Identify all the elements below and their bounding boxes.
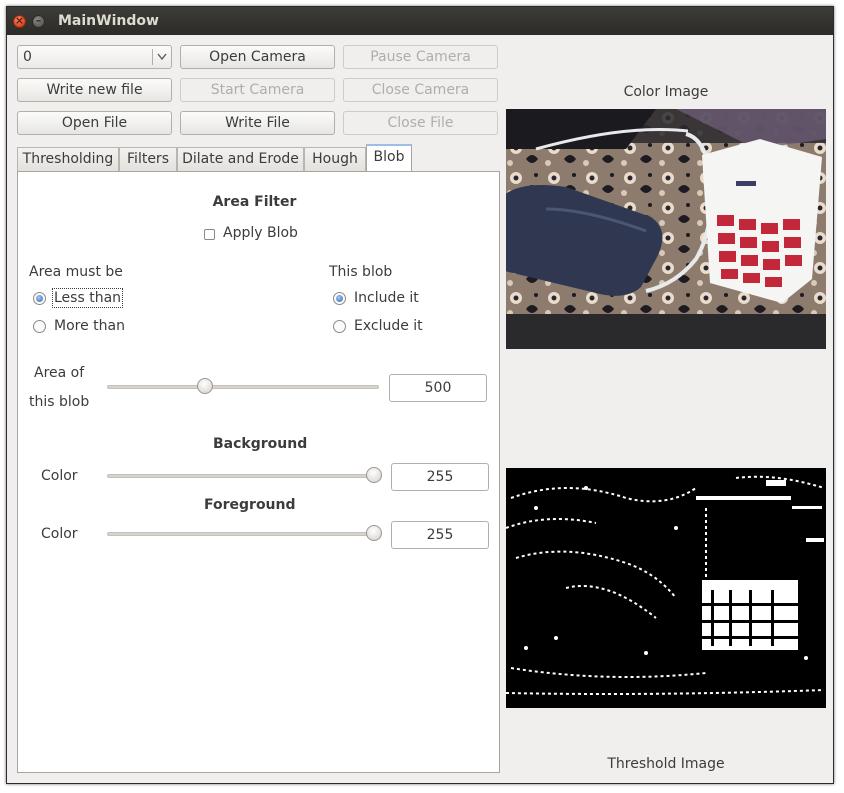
threshold-image xyxy=(506,468,826,708)
less-than-label[interactable]: Less than xyxy=(51,288,124,308)
more-than-radio[interactable] xyxy=(33,320,46,333)
exclude-it-label[interactable]: Exclude it xyxy=(354,318,423,334)
area-slider-handle[interactable] xyxy=(196,378,213,394)
camera-index-value: 0 xyxy=(23,49,32,65)
area-must-be-label: Area must be xyxy=(29,264,123,280)
color-image-label: Color Image xyxy=(623,84,709,100)
blob-tab-pane: Area Filter Apply Blob Area must be Less… xyxy=(17,171,500,773)
tab-thresholding[interactable]: Thresholding xyxy=(17,147,119,171)
background-title: Background xyxy=(213,436,308,452)
area-of-label: Area of xyxy=(34,365,85,381)
open-camera-button[interactable]: Open Camera xyxy=(180,45,335,69)
write-new-file-button[interactable]: Write new file xyxy=(17,78,172,102)
background-slider-track[interactable] xyxy=(107,474,382,478)
close-camera-button[interactable]: Close Camera xyxy=(343,78,498,102)
color-image-picture xyxy=(506,109,826,349)
open-file-button[interactable]: Open File xyxy=(17,111,172,135)
foreground-value-spinbox[interactable]: 255 xyxy=(391,521,489,549)
area-value-spinbox[interactable]: 500 xyxy=(389,374,487,402)
window-title: MainWindow xyxy=(58,13,159,29)
background-slider-handle[interactable] xyxy=(366,467,382,483)
background-color-label: Color xyxy=(41,468,78,484)
tab-dilate-and-erode[interactable]: Dilate and Erode xyxy=(177,147,304,171)
title-bar: × – MainWindow xyxy=(7,7,833,35)
combo-separator xyxy=(152,49,153,65)
foreground-title: Foreground xyxy=(204,497,296,513)
threshold-image-picture xyxy=(506,468,826,708)
tab-blob[interactable]: Blob xyxy=(366,144,412,172)
chevron-down-icon xyxy=(157,53,167,61)
area-filter-title: Area Filter xyxy=(212,194,297,210)
foreground-slider-handle[interactable] xyxy=(366,525,382,541)
this-blob-area-label: this blob xyxy=(29,394,90,410)
less-than-radio[interactable] xyxy=(33,292,46,305)
camera-index-combo[interactable]: 0 xyxy=(17,45,172,69)
threshold-image-label: Threshold Image xyxy=(607,756,725,772)
this-blob-label: This blob xyxy=(329,264,393,280)
close-window-button[interactable]: × xyxy=(13,14,26,28)
exclude-it-radio[interactable] xyxy=(333,320,346,333)
foreground-color-label: Color xyxy=(41,526,78,542)
apply-blob-label[interactable]: Apply Blob xyxy=(223,225,298,241)
include-it-label[interactable]: Include it xyxy=(354,290,419,306)
area-slider-track[interactable] xyxy=(107,385,379,389)
minimize-icon: – xyxy=(35,14,42,27)
tab-filters[interactable]: Filters xyxy=(119,147,177,171)
pause-camera-button[interactable]: Pause Camera xyxy=(343,45,498,69)
close-icon: × xyxy=(14,14,25,27)
background-value-spinbox[interactable]: 255 xyxy=(391,463,489,491)
apply-blob-checkbox[interactable] xyxy=(204,229,215,240)
tab-hough[interactable]: Hough xyxy=(304,147,366,171)
foreground-slider-track[interactable] xyxy=(107,532,382,536)
start-camera-button[interactable]: Start Camera xyxy=(180,78,335,102)
close-file-button[interactable]: Close File xyxy=(343,111,498,135)
include-it-radio[interactable] xyxy=(333,292,346,305)
more-than-label[interactable]: More than xyxy=(54,318,125,334)
minimize-window-button[interactable]: – xyxy=(32,14,45,28)
main-window: × – MainWindow 0 Open Camera Pause Camer… xyxy=(6,6,834,784)
color-image xyxy=(506,109,826,349)
write-file-button[interactable]: Write File xyxy=(180,111,335,135)
